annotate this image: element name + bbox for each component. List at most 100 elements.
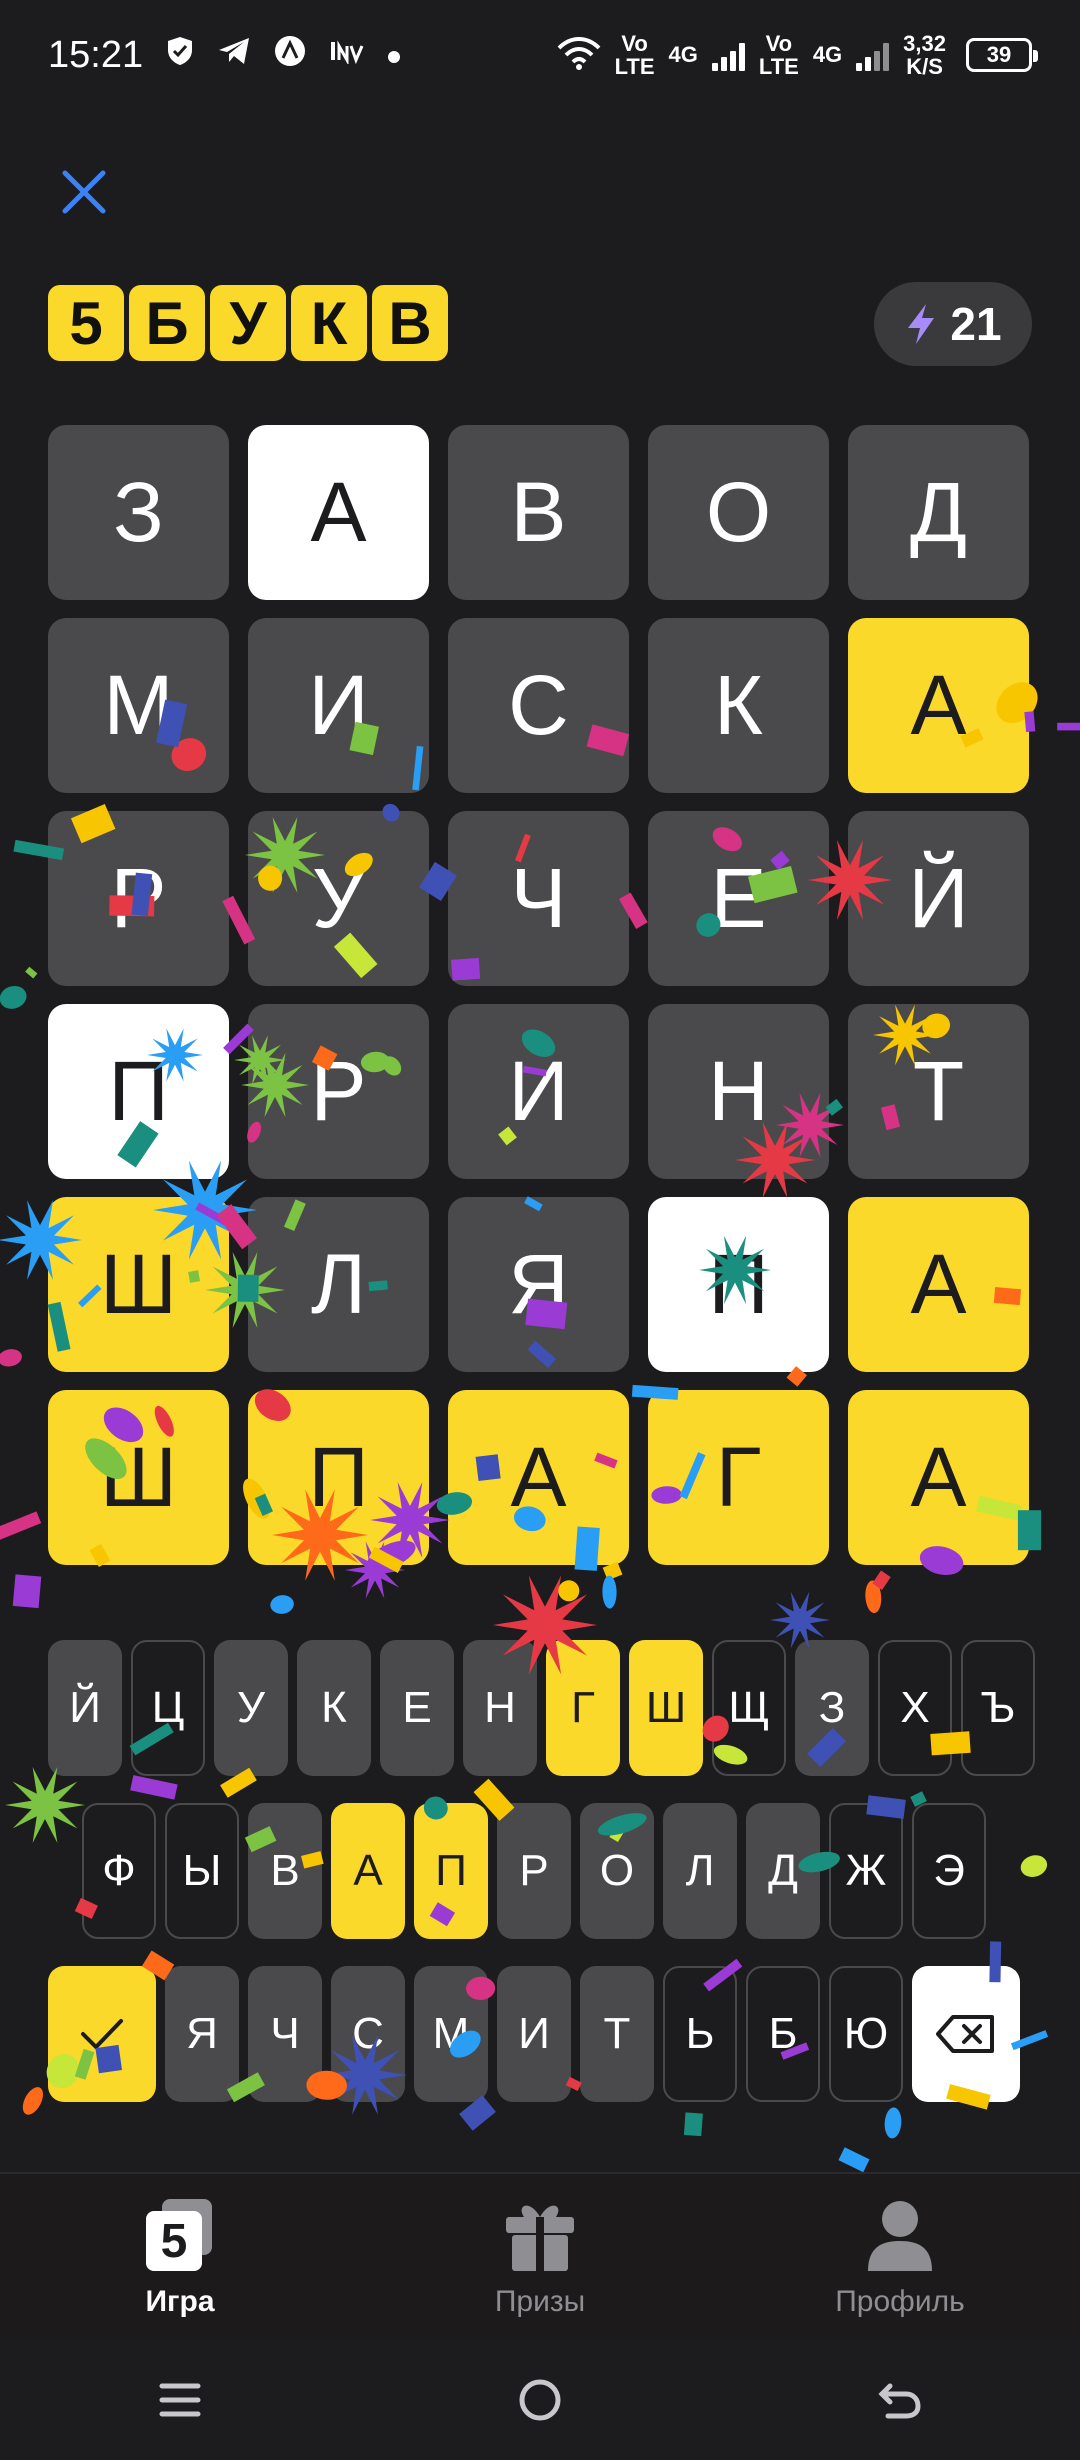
status-left: 15:21	[48, 34, 401, 77]
board-cell: Л	[248, 1197, 429, 1372]
home-circle-icon	[519, 2379, 561, 2421]
backspace-icon	[936, 2015, 994, 2053]
volte-indicator-1: Vo LTE	[615, 32, 655, 78]
board-cell: Р	[248, 1004, 429, 1179]
app-notification-icon	[273, 34, 307, 76]
board-cell: Е	[648, 811, 829, 986]
keyboard-key[interactable]: Ц	[131, 1640, 205, 1776]
keyboard-key[interactable]: Х	[878, 1640, 952, 1776]
keyboard-key[interactable]: Н	[463, 1640, 537, 1776]
keyboard-key[interactable]: Р	[497, 1803, 571, 1939]
board-cell: А	[448, 1390, 629, 1565]
board-cell: Ч	[448, 811, 629, 986]
keyboard-key[interactable]: Щ	[712, 1640, 786, 1776]
board-cell: М	[48, 618, 229, 793]
home-button[interactable]	[495, 2355, 585, 2445]
svg-text:5: 5	[161, 2215, 188, 2268]
board-cell: А	[848, 1197, 1029, 1372]
energy-counter[interactable]: 21	[874, 282, 1032, 366]
board-cell: П	[48, 1004, 229, 1179]
board-cell: Н	[648, 1004, 829, 1179]
shield-icon	[165, 35, 195, 75]
keyboard-key[interactable]: Д	[746, 1803, 820, 1939]
keyboard-key[interactable]: Я	[165, 1966, 239, 2102]
keyboard-key[interactable]: М	[414, 1966, 488, 2102]
confetti-piece	[602, 1575, 617, 1609]
keyboard-key[interactable]: О	[580, 1803, 654, 1939]
volte-label: Vo	[621, 30, 648, 56]
keyboard-key[interactable]: Ж	[829, 1803, 903, 1939]
keyboard-key[interactable]: Й	[48, 1640, 122, 1776]
logo-tile: У	[210, 285, 286, 361]
confetti-piece	[1020, 1855, 1048, 1877]
battery-icon: 39	[966, 38, 1038, 72]
keyboard-key[interactable]: У	[214, 1640, 288, 1776]
keyboard-key[interactable]: С	[331, 1966, 405, 2102]
confetti-piece	[130, 1775, 178, 1800]
board-cell: В	[448, 425, 629, 600]
nav-item-prizes[interactable]: Призы	[390, 2195, 690, 2319]
keyboard-key[interactable]: И	[497, 1966, 571, 2102]
keyboard-key[interactable]: Л	[663, 1803, 737, 1939]
system-navigation-bar	[0, 2340, 1080, 2460]
checkmark-icon	[81, 2019, 123, 2050]
board-cell: А	[248, 425, 429, 600]
recent-apps-button[interactable]	[135, 2355, 225, 2445]
keyboard-key[interactable]: А	[331, 1803, 405, 1939]
wifi-icon	[557, 36, 601, 74]
keyboard-row-2: ФЫВАПРОЛДЖЭ	[82, 1803, 986, 1939]
keyboard-key[interactable]: В	[248, 1803, 322, 1939]
inv-notification-icon	[329, 38, 365, 72]
keyboard-key[interactable]: Ч	[248, 1966, 322, 2102]
network-speed: 3,32 K/S	[903, 32, 946, 78]
board-cell: И	[248, 618, 429, 793]
keyboard-key[interactable]: Б	[746, 1966, 820, 2102]
app-logo: 5 Б У К В	[48, 285, 448, 361]
keyboard-key[interactable]: Ф	[82, 1803, 156, 1939]
confetti-piece	[872, 1570, 891, 1590]
nav-item-game[interactable]: 5 Игра	[30, 2195, 330, 2319]
keyboard-key[interactable]: П	[414, 1803, 488, 1939]
keyboard-key[interactable]: Г	[546, 1640, 620, 1776]
gift-icon	[500, 2195, 580, 2275]
nav-item-profile[interactable]: Профиль	[750, 2195, 1050, 2319]
nav-label: Профиль	[835, 2285, 965, 2318]
board-cell: Г	[648, 1390, 829, 1565]
keyboard-key[interactable]: Т	[580, 1966, 654, 2102]
keyboard-key[interactable]: Ы	[165, 1803, 239, 1939]
network-speed-unit: K/S	[906, 54, 943, 79]
volte-label: Vo	[765, 30, 793, 56]
network-4g-1: 4G	[669, 43, 698, 66]
board-cell: Я	[448, 1197, 629, 1372]
back-button[interactable]	[855, 2355, 945, 2445]
board-cell: Р	[48, 811, 229, 986]
board-cell: Ш	[48, 1197, 229, 1372]
keyboard-key[interactable]: Ш	[629, 1640, 703, 1776]
submit-key[interactable]	[48, 1966, 156, 2102]
confetti-piece	[865, 1580, 882, 1614]
keyboard-key[interactable]: Ь	[663, 1966, 737, 2102]
board-cell: С	[448, 618, 629, 793]
menu-icon	[159, 2383, 201, 2417]
keyboard-key[interactable]: Ъ	[961, 1640, 1035, 1776]
confetti-burst	[5, 1767, 85, 1843]
keyboard-key[interactable]: Э	[912, 1803, 986, 1939]
keyboard-key[interactable]: Е	[380, 1640, 454, 1776]
board-cell: А	[848, 618, 1029, 793]
volte-indicator-2: Vo LTE	[759, 32, 799, 78]
logo-tile: 5	[48, 285, 124, 361]
confetti-piece	[12, 1574, 42, 1609]
board-cell: А	[848, 1390, 1029, 1565]
keyboard-key[interactable]: К	[297, 1640, 371, 1776]
battery-level: 39	[986, 42, 1012, 68]
confetti-piece	[0, 985, 27, 1009]
keyboard-key[interactable]: Ю	[829, 1966, 903, 2102]
board-cell: И	[448, 1004, 629, 1179]
board-cell: П	[248, 1390, 429, 1565]
energy-count: 21	[950, 298, 1002, 350]
confetti-piece	[0, 1511, 42, 1542]
close-button[interactable]	[52, 160, 116, 224]
backspace-key[interactable]	[912, 1966, 1020, 2102]
keyboard-key[interactable]: З	[795, 1640, 869, 1776]
keyboard-row-3: ЯЧСМИТЬБЮ	[48, 1966, 1020, 2102]
